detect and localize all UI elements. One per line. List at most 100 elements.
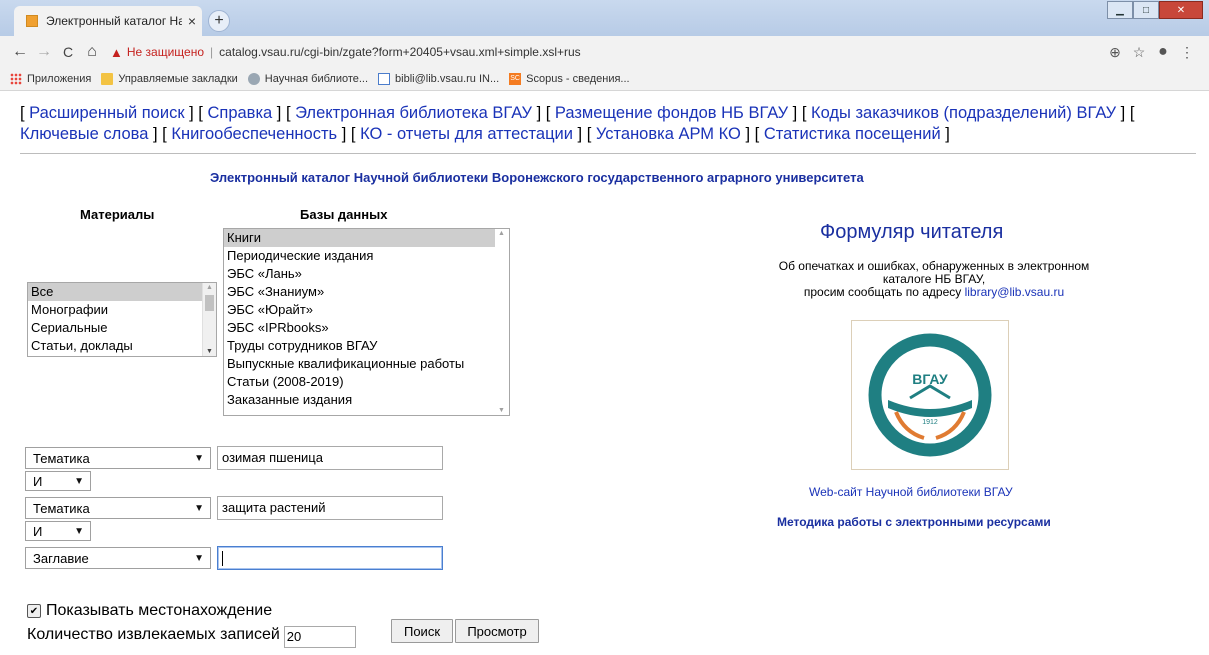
- nav-link-customer-codes[interactable]: Коды заказчиков (подразделений) ВГАУ: [811, 104, 1116, 122]
- address-separator: |: [210, 45, 214, 59]
- reload-icon[interactable]: C: [56, 44, 80, 60]
- dropdown-arrow-icon: ▼: [74, 525, 84, 537]
- nav-link-e-library[interactable]: Электронная библиотека ВГАУ: [295, 104, 532, 122]
- top-navigation: [ Расширенный поиск ] [ Справка ] [ Элек…: [20, 104, 1135, 143]
- database-option[interactable]: Книги: [224, 229, 509, 247]
- window-close-button[interactable]: ✕: [1159, 1, 1203, 19]
- scroll-up-icon[interactable]: ▲: [203, 284, 216, 291]
- databases-label: Базы данных: [300, 207, 388, 222]
- database-option[interactable]: Периодические издания: [224, 247, 509, 265]
- divider: [20, 153, 1196, 154]
- database-option[interactable]: ЭБС «IPRbooks»: [224, 319, 509, 337]
- warning-icon[interactable]: ▲: [110, 45, 123, 60]
- report-email-link[interactable]: library@lib.vsau.ru: [965, 285, 1065, 299]
- nav-link-book-supply[interactable]: Книгообеспеченность: [171, 125, 337, 143]
- record-count-label: Количество извлекаемых записей: [27, 626, 280, 643]
- browse-button[interactable]: Просмотр: [455, 619, 539, 643]
- globe-icon: [247, 73, 260, 85]
- show-location-row: ✔ Показывать местонахождение: [27, 602, 272, 620]
- materials-option[interactable]: Статьи, доклады: [28, 337, 216, 355]
- operator-select-2[interactable]: И ▼: [25, 521, 91, 541]
- nav-link-funds[interactable]: Размещение фондов НБ ВГАУ: [555, 104, 788, 122]
- database-option[interactable]: ЭБС «Знаниум»: [224, 283, 509, 301]
- dropdown-arrow-icon: ▼: [194, 452, 204, 464]
- materials-option[interactable]: Сериальные: [28, 319, 216, 337]
- maximize-button[interactable]: □: [1133, 1, 1159, 19]
- database-option[interactable]: Труды сотрудников ВГАУ: [224, 337, 509, 355]
- bookmark-apps[interactable]: Приложения: [10, 73, 91, 85]
- operator-select-1[interactable]: И ▼: [25, 471, 91, 491]
- nav-link-arm-install[interactable]: Установка АРМ КО: [596, 125, 741, 143]
- page-favicon-icon: [26, 15, 38, 27]
- methodology-link[interactable]: Методика работы с электронными ресурсами: [777, 515, 1051, 529]
- window-titlebar: Электронный каталог Научной × + ▁ □ ✕: [0, 0, 1209, 36]
- dropdown-arrow-icon: ▼: [194, 502, 204, 514]
- bookmark-library[interactable]: Научная библиоте...: [247, 73, 368, 85]
- website-link[interactable]: Web-сайт Научной библиотеки ВГАУ: [809, 485, 1013, 499]
- materials-option[interactable]: Все: [28, 283, 216, 301]
- search-button[interactable]: Поиск: [391, 619, 453, 643]
- menu-icon[interactable]: ⋮: [1175, 44, 1199, 61]
- database-option[interactable]: ЭБС «Юрайт»: [224, 301, 509, 319]
- scroll-thumb[interactable]: [205, 295, 214, 311]
- field-select-3[interactable]: Заглавие ▼: [25, 547, 211, 569]
- databases-scrollbar[interactable]: ▲ ▼: [495, 229, 509, 415]
- url-text[interactable]: catalog.vsau.ru/cgi-bin/zgate?form+20405…: [219, 45, 581, 59]
- crm-icon: [378, 73, 391, 85]
- search-term-input-2[interactable]: защита растений: [217, 496, 443, 520]
- materials-scrollbar[interactable]: ▲ ▼: [202, 283, 216, 356]
- bookmark-bibli[interactable]: bibli@lib.vsau.ru IN...: [378, 73, 499, 85]
- database-option[interactable]: Статьи (2008-2019): [224, 373, 509, 391]
- nav-link-statistics[interactable]: Статистика посещений: [764, 125, 941, 143]
- field-select-1[interactable]: Тематика ▼: [25, 447, 211, 469]
- scopus-icon: SC: [509, 73, 522, 85]
- tab-close-icon[interactable]: ×: [182, 13, 202, 29]
- home-icon[interactable]: ⌂: [80, 43, 104, 61]
- bookmark-scopus[interactable]: SC Scopus - сведения...: [509, 73, 630, 85]
- new-tab-button[interactable]: +: [208, 10, 230, 32]
- library-logo: ВГАУ 1912: [851, 320, 1009, 470]
- page-content: [ Расширенный поиск ] [ Справка ] [ Элек…: [0, 91, 1209, 655]
- forward-icon[interactable]: →: [32, 43, 56, 61]
- scroll-down-icon[interactable]: ▼: [203, 348, 216, 355]
- scroll-down-icon[interactable]: ▼: [495, 407, 508, 414]
- apps-icon: [10, 73, 22, 85]
- scroll-up-icon[interactable]: ▲: [495, 230, 508, 237]
- bookmark-star-icon[interactable]: ☆: [1127, 44, 1151, 61]
- address-bar[interactable]: ▲ Не защищено | catalog.vsau.ru/cgi-bin/…: [110, 38, 1103, 66]
- search-term-input-3[interactable]: [217, 546, 443, 570]
- materials-label: Материалы: [80, 207, 155, 222]
- security-label[interactable]: Не защищено: [127, 45, 204, 59]
- database-option[interactable]: ЭБС «Лань»: [224, 265, 509, 283]
- dropdown-arrow-icon: ▼: [194, 552, 204, 564]
- show-location-label: Показывать местонахождение: [46, 602, 273, 619]
- logo-abbrev: ВГАУ: [912, 371, 948, 387]
- database-option[interactable]: Выпускные квалификационные работы: [224, 355, 509, 373]
- show-location-checkbox[interactable]: ✔: [27, 604, 41, 618]
- bookmarks-bar: Приложения Управляемые закладки Научная …: [0, 68, 1209, 91]
- database-option[interactable]: Заказанные издания: [224, 391, 509, 409]
- back-icon[interactable]: ←: [8, 43, 32, 61]
- zoom-icon[interactable]: ⊕: [1103, 44, 1127, 61]
- nav-link-ko-reports[interactable]: КО - отчеты для аттестации: [360, 125, 573, 143]
- bookmark-managed[interactable]: Управляемые закладки: [101, 73, 238, 85]
- library-logo-emblem: ВГАУ 1912: [868, 333, 992, 457]
- materials-option[interactable]: Монографии: [28, 301, 216, 319]
- profile-icon[interactable]: ●: [1151, 43, 1175, 61]
- nav-link-keywords[interactable]: Ключевые слова: [20, 125, 148, 143]
- reader-form-title[interactable]: Формуляр читателя: [820, 221, 1003, 244]
- minimize-button[interactable]: ▁: [1107, 1, 1133, 19]
- databases-listbox[interactable]: Книги Периодические издания ЭБС «Лань» Э…: [223, 228, 510, 416]
- field-select-2[interactable]: Тематика ▼: [25, 497, 211, 519]
- materials-listbox[interactable]: Все Монографии Сериальные Статьи, доклад…: [27, 282, 217, 357]
- browser-toolbar: ← → C ⌂ ▲ Не защищено | catalog.vsau.ru/…: [0, 36, 1209, 68]
- search-term-input-1[interactable]: озимая пшеница: [217, 446, 443, 470]
- nav-link-advanced-search[interactable]: Расширенный поиск: [29, 104, 184, 122]
- browser-tab[interactable]: Электронный каталог Научной ×: [14, 6, 202, 36]
- record-count-row: Количество извлекаемых записей 20: [27, 622, 356, 648]
- record-count-input[interactable]: 20: [283, 626, 356, 648]
- nav-link-help[interactable]: Справка: [207, 104, 272, 122]
- page-title: Электронный каталог Научной библиотеки В…: [210, 170, 864, 185]
- tab-title: Электронный каталог Научной: [46, 14, 182, 28]
- toolbar-actions: ⊕ ☆ ● ⋮: [1103, 43, 1199, 61]
